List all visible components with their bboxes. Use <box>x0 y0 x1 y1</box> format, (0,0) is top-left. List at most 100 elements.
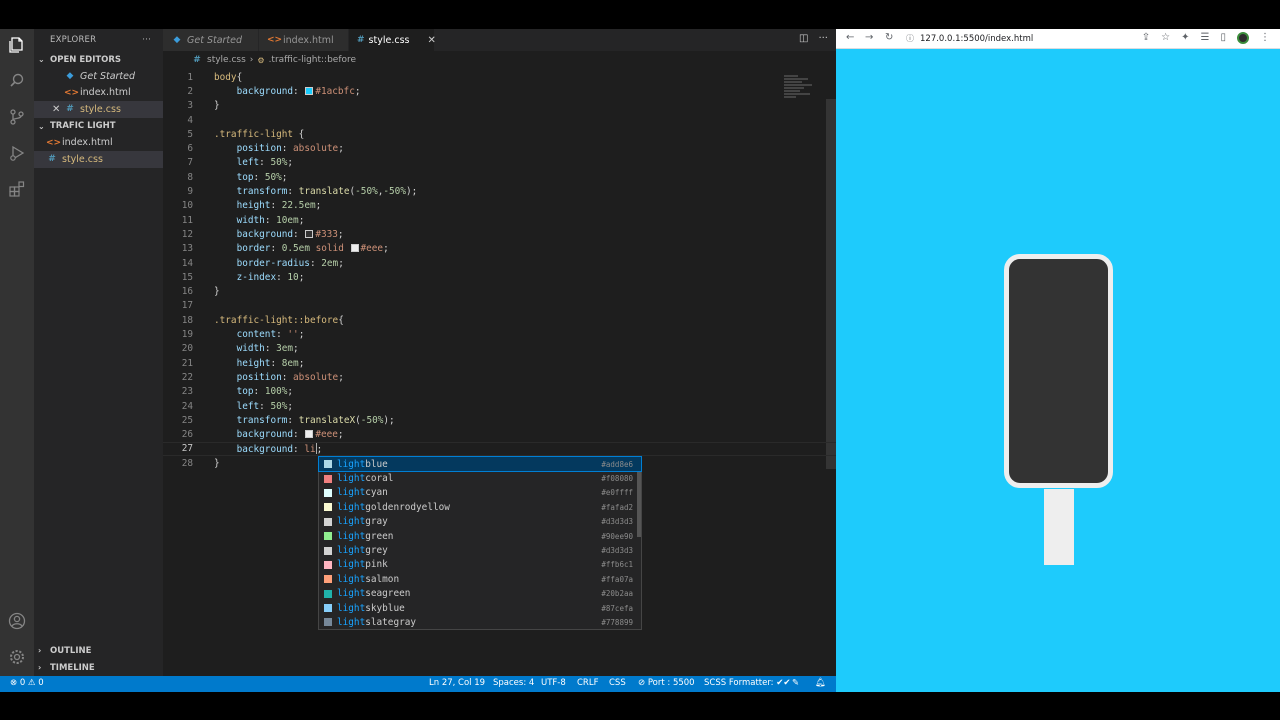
code-line[interactable]: 23 top: 100%; <box>163 385 836 399</box>
language-mode[interactable]: CSS <box>609 678 626 688</box>
timeline-section[interactable]: › TIMELINE <box>34 659 163 676</box>
notifications-bell-icon[interactable]: 🔔︎ <box>815 678 826 688</box>
outline-section[interactable]: › OUTLINE <box>34 642 163 659</box>
open-editor-index-html[interactable]: <> index.html <box>34 85 163 102</box>
code-line[interactable]: 6 position: absolute; <box>163 142 836 156</box>
code-line[interactable]: 22 position: absolute; <box>163 370 836 384</box>
open-editors-section[interactable]: ⌄ OPEN EDITORS <box>34 51 163 68</box>
code-text: .traffic-light::before{ <box>214 314 344 326</box>
bookmark-star-icon[interactable]: ☆ <box>1161 32 1170 44</box>
profile-avatar[interactable] <box>1237 32 1249 44</box>
code-line[interactable]: 13 border: 0.5em solid #eee; <box>163 242 836 256</box>
suggestion-label: lightcyan <box>337 487 388 499</box>
code-line[interactable]: 11 width: 10em; <box>163 213 836 227</box>
problems-indicator[interactable]: ⊗ 0 ⚠ 0 <box>10 678 44 688</box>
code-line[interactable]: 7 left: 50%; <box>163 156 836 170</box>
suggestion-label: lightsalmon <box>337 573 400 585</box>
split-editor-icon[interactable]: ◫ <box>799 33 808 44</box>
encoding[interactable]: UTF-8 <box>541 678 566 688</box>
files-icon[interactable] <box>5 33 29 57</box>
file-style-css[interactable]: # style.css <box>34 151 163 168</box>
file-label: style.css <box>62 153 103 165</box>
open-editor-get-started[interactable]: ◆ Get Started <box>34 68 163 85</box>
suggestion-hex: #20b2aa <box>601 589 633 599</box>
css-file-icon: # <box>193 55 201 65</box>
code-line[interactable]: 3} <box>163 99 836 113</box>
suggestion-item[interactable]: lightgray #d3d3d3 <box>319 515 641 529</box>
extensions-icon[interactable] <box>5 177 29 201</box>
suggestion-item[interactable]: lightskyblue #87cefa <box>319 601 641 615</box>
suggestion-item[interactable]: lightsalmon #ffa07a <box>319 572 641 586</box>
source-control-icon[interactable] <box>5 105 29 129</box>
code-line[interactable]: 16} <box>163 285 836 299</box>
code-line[interactable]: 4 <box>163 113 836 127</box>
code-line[interactable]: 24 left: 50%; <box>163 399 836 413</box>
suggestion-item[interactable]: lightcoral #f08080 <box>319 471 641 485</box>
settings-gear-icon[interactable] <box>5 645 29 669</box>
tab-get-started[interactable]: ◆ Get Started <box>163 29 259 51</box>
address-bar[interactable]: ⓘ 127.0.0.1:5500/index.html <box>906 31 1131 46</box>
live-server-port[interactable]: ⊘ Port : 5500 <box>638 678 695 688</box>
code-line[interactable]: 10 height: 22.5em; <box>163 199 836 213</box>
code-line[interactable]: 8 top: 50%; <box>163 170 836 184</box>
code-line[interactable]: 20 width: 3em; <box>163 342 836 356</box>
search-icon[interactable] <box>5 69 29 93</box>
code-line[interactable]: 15 z-index: 10; <box>163 270 836 284</box>
suggestion-item[interactable]: lightgreen #90ee90 <box>319 529 641 543</box>
breadcrumb-symbol[interactable]: .traffic-light::before <box>269 55 356 65</box>
suggestion-item[interactable]: lightpink #ffb6c1 <box>319 558 641 572</box>
code-line[interactable]: 21 height: 8em; <box>163 356 836 370</box>
code-line[interactable]: 26 background: #eee; <box>163 428 836 442</box>
breadcrumb-file[interactable]: style.css <box>207 55 246 65</box>
suggestion-label: lightblue <box>337 458 388 470</box>
code-line[interactable]: 2 background: #1acbfc; <box>163 84 836 98</box>
code-line[interactable]: 12 background: #333; <box>163 227 836 241</box>
side-panel-icon[interactable]: ▯ <box>1220 32 1226 44</box>
color-swatch-icon <box>324 546 332 555</box>
reading-list-icon[interactable]: ☰ <box>1201 32 1210 44</box>
suggestion-item[interactable]: lightgoldenrodyellow #fafad2 <box>319 500 641 514</box>
code-line[interactable]: 5 .traffic-light { <box>163 127 836 141</box>
code-line[interactable]: 18 .traffic-light::before{ <box>163 313 836 327</box>
code-line[interactable]: 25 transform: translateX(-50%); <box>163 413 836 427</box>
activity-bar <box>0 29 34 676</box>
account-icon[interactable] <box>5 609 29 633</box>
suggestion-label: lightseagreen <box>337 588 411 600</box>
tab-index-html[interactable]: <> index.html <box>259 29 349 51</box>
code-line[interactable]: 14 border-radius: 2em; <box>163 256 836 270</box>
line-number: 13 <box>181 243 193 255</box>
suggestion-item[interactable]: lightblue #add8e6 <box>318 455 642 473</box>
formatter-status[interactable]: SCSS Formatter: ✔✔ <box>704 678 791 688</box>
code-line[interactable]: 1 body{ <box>163 70 836 84</box>
menu-kebab-icon[interactable]: ⋮ <box>1260 32 1270 44</box>
back-arrow-icon[interactable]: ← <box>846 32 854 43</box>
more-actions-icon[interactable]: ··· <box>818 33 828 44</box>
close-icon[interactable]: ✕ <box>52 104 64 115</box>
suggestion-item[interactable]: lightseagreen #20b2aa <box>319 587 641 601</box>
site-info-icon[interactable]: ⓘ <box>906 33 914 44</box>
cursor-position[interactable]: Ln 27, Col 19 <box>429 678 485 688</box>
code-line[interactable]: 27 background: li; <box>163 441 836 457</box>
folder-section[interactable]: ⌄ TRAFIC LIGHT <box>34 118 163 135</box>
more-actions-icon[interactable]: ··· <box>142 35 151 45</box>
run-debug-icon[interactable] <box>5 141 29 165</box>
open-editor-style-css[interactable]: ✕ # style.css <box>34 101 163 118</box>
code-line[interactable]: 9 transform: translate(-50%,-50%); <box>163 184 836 198</box>
feedback-icon[interactable]: ✎ <box>792 678 799 688</box>
code-line[interactable]: 17 <box>163 299 836 313</box>
forward-arrow-icon[interactable]: → <box>865 32 873 43</box>
suggestion-item[interactable]: lightslategray #778899 <box>319 615 641 629</box>
line-ending[interactable]: CRLF <box>577 678 598 688</box>
code-line[interactable]: 19 content: ''; <box>163 327 836 341</box>
indentation[interactable]: Spaces: 4 <box>493 678 534 688</box>
suggestion-item[interactable]: lightgrey #d3d3d3 <box>319 543 641 557</box>
extensions-puzzle-icon[interactable]: ✦ <box>1181 32 1189 44</box>
line-number: 27 <box>181 443 193 455</box>
tab-style-css[interactable]: # style.css ✕ <box>349 29 436 51</box>
file-index-html[interactable]: <> index.html <box>34 135 163 152</box>
close-tab-icon[interactable]: ✕ <box>427 35 435 46</box>
share-icon[interactable]: ⇪ <box>1142 32 1150 44</box>
color-swatch-icon <box>324 517 332 526</box>
reload-icon[interactable]: ↻ <box>885 32 893 43</box>
suggestion-item[interactable]: lightcyan #e0ffff <box>319 486 641 500</box>
